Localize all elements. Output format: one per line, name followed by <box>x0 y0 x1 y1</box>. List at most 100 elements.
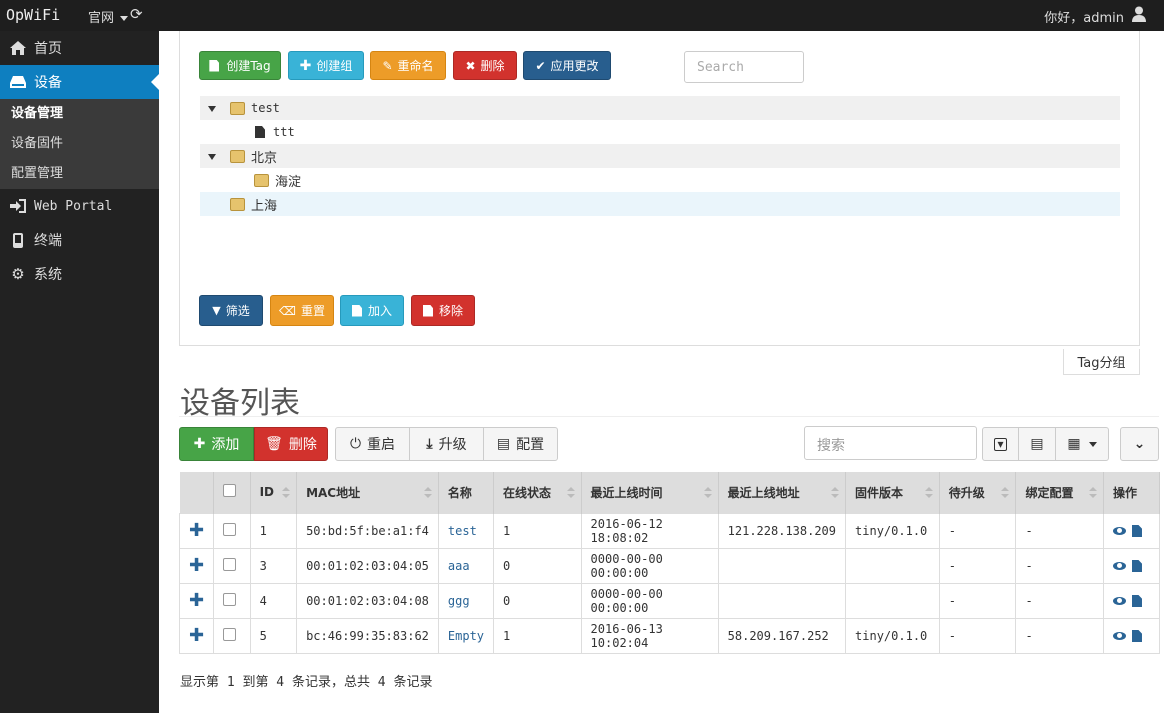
device-search-input[interactable]: 搜索 <box>804 426 977 460</box>
row-checkbox[interactable] <box>223 627 237 641</box>
sidebar-item-home[interactable]: 首页 <box>0 31 159 65</box>
brand-logo[interactable]: OpWiFi <box>6 6 60 24</box>
column-header-mac[interactable]: MAC地址 <box>296 472 439 513</box>
top-navbar: OpWiFi 官网 ⟳ 你好，admin <box>0 0 1164 31</box>
expand-toggle-button[interactable]: ⌄ <box>1120 427 1159 461</box>
toggle-pagination-button[interactable]: ▾ <box>982 427 1019 461</box>
file-icon[interactable] <box>1131 630 1142 642</box>
sidebar-subitem-device-management[interactable]: 设备管理 <box>0 99 159 129</box>
upgrade-button[interactable]: ⤓ 升级 <box>409 427 484 461</box>
column-header-last-online-time[interactable]: 最近上线时间 <box>581 472 719 513</box>
tree-node-test[interactable]: test <box>200 96 1120 120</box>
expand-row-icon[interactable]: ✚ <box>189 625 204 646</box>
expand-row-cell: ✚ <box>178 512 215 549</box>
expand-row-icon[interactable]: ✚ <box>189 555 204 576</box>
main-content: 创建Tag ✚ 创建组 ✎ 重命名 ✖ 删除 ✔ 应用更改 Search test tt… <box>159 31 1164 713</box>
tree-node-beijing[interactable]: 北京 <box>200 144 1120 168</box>
join-button[interactable]: 加入 <box>340 295 404 326</box>
rename-label: 重命名 <box>397 59 434 73</box>
tree-node-shanghai[interactable]: 上海 <box>200 192 1120 216</box>
device-name-link[interactable]: test <box>448 524 477 538</box>
apply-changes-button[interactable]: ✔ 应用更改 <box>523 51 611 80</box>
remove-label: 移除 <box>438 304 463 318</box>
sidebar-item-web-portal[interactable]: Web Portal <box>0 189 159 223</box>
cell-last-online-time: 2016-06-13 10:02:04 <box>580 617 719 654</box>
row-checkbox[interactable] <box>223 557 237 571</box>
sidebar-subitem-config[interactable]: 配置管理 <box>0 159 159 189</box>
cell-actions <box>1102 582 1161 619</box>
column-header-last-online-address[interactable]: 最近上线地址 <box>718 472 847 513</box>
cell-status: 0 <box>493 547 582 584</box>
toggle-view-button[interactable]: ▤ <box>1018 427 1056 461</box>
table-header-row: ID MAC地址 名称 在线状态 最近上线时间 最近上线地址 固件版本 待升级 … <box>179 472 1161 513</box>
column-header-firmware[interactable]: 固件版本 <box>845 472 940 513</box>
cell-bound-config: - <box>1015 512 1104 549</box>
select-cell <box>213 617 251 654</box>
eye-icon[interactable] <box>1112 597 1126 605</box>
config-button[interactable]: ▤ 配置 <box>483 427 558 461</box>
eye-icon[interactable] <box>1112 632 1126 640</box>
divider <box>179 416 1159 417</box>
site-dropdown[interactable]: 官网 <box>88 7 129 26</box>
device-name-link[interactable]: ggg <box>448 594 470 608</box>
cell-bound-config: - <box>1015 547 1104 584</box>
sidebar-item-devices[interactable]: 设备 <box>0 65 159 99</box>
user-greeting[interactable]: 你好，admin <box>1044 7 1124 26</box>
expand-row-icon[interactable]: ✚ <box>189 590 204 611</box>
file-icon[interactable] <box>1131 560 1142 572</box>
columns-dropdown-button[interactable]: ▦ <box>1055 427 1109 461</box>
device-name-link[interactable]: Empty <box>448 629 484 643</box>
expand-row-icon[interactable]: ✚ <box>189 520 204 541</box>
select-all-checkbox[interactable] <box>223 484 237 498</box>
reset-button[interactable]: ⌫ 重置 <box>270 295 334 326</box>
create-group-button[interactable]: ✚ 创建组 <box>288 51 364 80</box>
expand-row-cell: ✚ <box>178 547 215 584</box>
eye-icon[interactable] <box>1112 527 1126 535</box>
add-device-button[interactable]: ✚ 添加 <box>179 427 254 461</box>
tag-search-input[interactable]: Search <box>684 51 804 83</box>
select-cell <box>213 512 251 549</box>
file-icon[interactable] <box>1131 595 1142 607</box>
column-header-bound-config[interactable]: 绑定配置 <box>1015 472 1104 513</box>
cell-name: ggg <box>437 582 495 619</box>
expanded-triangle-icon[interactable] <box>200 101 230 116</box>
expand-row-cell: ✚ <box>178 617 215 654</box>
user-icon[interactable] <box>1132 6 1146 22</box>
delete-tag-button[interactable]: ✖ 删除 <box>453 51 517 80</box>
expanded-triangle-icon[interactable] <box>200 149 230 164</box>
column-header-status[interactable]: 在线状态 <box>493 472 582 513</box>
sidebar-item-label: Web Portal <box>34 198 113 214</box>
cell-last-online-address <box>717 582 847 619</box>
tree-node-haidian[interactable]: 海淀 <box>200 168 1120 192</box>
site-dropdown-label: 官网 <box>88 11 115 26</box>
column-header-name[interactable]: 名称 <box>438 472 495 513</box>
table-row: ✚ 3 00:01:02:03:04:05 aaa 0 0000-00-00 0… <box>178 547 1161 584</box>
reboot-button[interactable]: ⏻ 重启 <box>335 427 410 461</box>
remove-button[interactable]: 移除 <box>411 295 475 326</box>
eye-icon[interactable] <box>1112 562 1126 570</box>
sidebar-item-terminals[interactable]: 终端 <box>0 223 159 257</box>
refresh-icon[interactable]: ⟳ <box>130 5 143 23</box>
delete-device-button[interactable]: 🗑 删除 <box>254 427 328 461</box>
filter-button[interactable]: ▼ 筛选 <box>199 295 263 326</box>
cell-actions <box>1102 512 1161 549</box>
tab-tag-group[interactable]: Tag分组 <box>1063 349 1140 375</box>
sidebar-subitem-firmware[interactable]: 设备固件 <box>0 129 159 159</box>
row-checkbox[interactable] <box>223 522 237 536</box>
column-header-pending-upgrade[interactable]: 待升级 <box>939 472 1017 513</box>
delete-device-label: 删除 <box>288 437 317 453</box>
apply-changes-label: 应用更改 <box>550 59 599 73</box>
row-checkbox[interactable] <box>223 592 237 606</box>
config-label: 配置 <box>516 437 545 453</box>
column-header-id[interactable]: ID <box>250 472 298 513</box>
create-tag-button[interactable]: 创建Tag <box>199 51 281 80</box>
cell-pending-upgrade: - <box>938 512 1017 549</box>
sidebar-item-system[interactable]: ⚙ 系统 <box>0 257 159 291</box>
tree-node-ttt[interactable]: ttt <box>200 120 1120 144</box>
rename-button[interactable]: ✎ 重命名 <box>370 51 446 80</box>
file-icon[interactable] <box>1131 525 1142 537</box>
cell-last-online-time: 0000-00-00 00:00:00 <box>580 547 719 584</box>
device-name-link[interactable]: aaa <box>448 559 470 573</box>
cell-pending-upgrade: - <box>938 547 1017 584</box>
gear-icon: ⚙ <box>11 265 25 283</box>
